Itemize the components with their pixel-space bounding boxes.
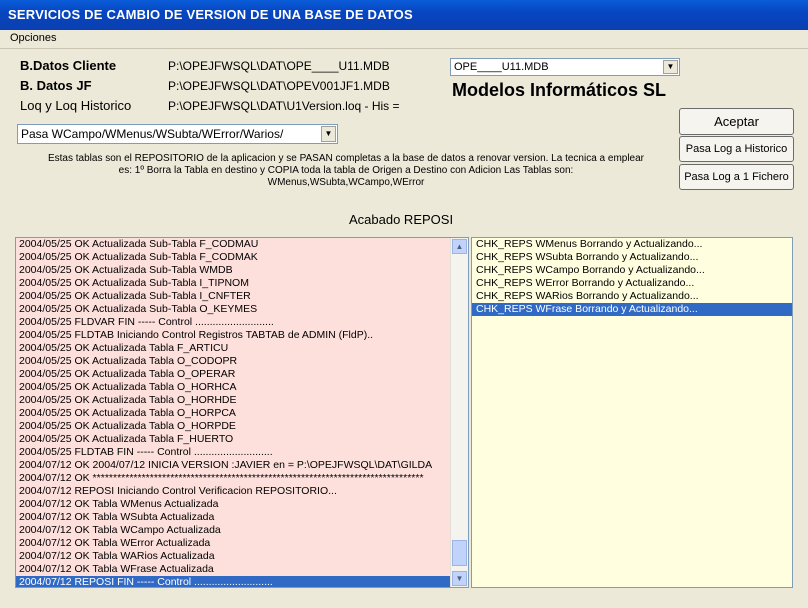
tables-select-value: Pasa WCampo/WMenus/WSubta/WError/Warios/: [21, 127, 284, 141]
db-select-value: OPE____U11.MDB: [454, 61, 549, 73]
log-list-item[interactable]: 2004/05/25 OK Actualizada Tabla O_HORHCA: [16, 381, 451, 394]
log-list-item[interactable]: 2004/05/25 OK Actualizada Sub-Tabla I_TI…: [16, 277, 451, 290]
tables-select[interactable]: Pasa WCampo/WMenus/WSubta/WError/Warios/…: [17, 124, 338, 144]
log-list-item[interactable]: 2004/05/25 OK Actualizada Sub-Tabla F_CO…: [16, 238, 451, 251]
accept-button[interactable]: Aceptar: [679, 108, 794, 135]
status-text: Acabado REPOSI: [349, 212, 454, 227]
log-listbox[interactable]: 2004/05/25 OK Actualizada Sub-Tabla F_CO…: [15, 237, 469, 588]
scroll-up-icon[interactable]: ▲: [452, 239, 467, 254]
log-list-item[interactable]: 2004/07/12 OK 2004/07/12 INICIA VERSION …: [16, 459, 451, 472]
chevron-down-icon[interactable]: ▼: [663, 60, 678, 74]
reps-list-item[interactable]: CHK_REPS WFrase Borrando y Actualizando.…: [472, 303, 792, 316]
log-list-item[interactable]: 2004/05/25 FLDTAB Iniciando Control Regi…: [16, 329, 451, 342]
log-list-item[interactable]: 2004/07/12 OK Tabla WSubta Actualizada: [16, 511, 451, 524]
log-list-item[interactable]: 2004/07/12 OK Tabla WCampo Actualizada: [16, 524, 451, 537]
log-list-item[interactable]: 2004/07/12 OK **************************…: [16, 472, 451, 485]
reps-listbox[interactable]: CHK_REPS WMenus Borrando y Actualizando.…: [471, 237, 793, 588]
menu-bar: Opciones: [0, 30, 808, 49]
log-list-item[interactable]: 2004/07/12 OK Tabla WARios Actualizada: [16, 550, 451, 563]
log-list-item[interactable]: 2004/05/25 OK Actualizada Tabla O_OPERAR: [16, 368, 451, 381]
log-list-item[interactable]: 2004/07/12 OK Tabla WError Actualizada: [16, 537, 451, 550]
log-historico-button[interactable]: Pasa Log a Historico: [679, 136, 794, 162]
log-label: Loq y Loq Historico: [20, 98, 132, 113]
reps-list-item[interactable]: CHK_REPS WSubta Borrando y Actualizando.…: [472, 251, 792, 264]
description-line-2: es: 1º Borra la Tabla en destino y COPIA…: [118, 165, 574, 176]
reps-lines: CHK_REPS WMenus Borrando y Actualizando.…: [472, 238, 792, 316]
log-list-item[interactable]: 2004/05/25 OK Actualizada Sub-Tabla O_KE…: [16, 303, 451, 316]
log-list-item[interactable]: 2004/05/25 OK Actualizada Tabla F_ARTICU: [16, 342, 451, 355]
log-path: P:\OPEJFWSQL\DAT\U1Version.loq - His =: [168, 99, 400, 113]
cliente-label: B.Datos Cliente: [20, 58, 117, 73]
scroll-thumb[interactable]: [452, 540, 467, 566]
scroll-down-icon[interactable]: ▼: [452, 571, 467, 586]
log-list-item[interactable]: 2004/05/25 OK Actualizada Tabla F_HUERTO: [16, 433, 451, 446]
log-list-item[interactable]: 2004/07/12 REPOSI FIN ----- Control ....…: [16, 576, 451, 587]
log-fichero-button[interactable]: Pasa Log a 1 Fichero: [679, 164, 794, 190]
description-line-1: Estas tablas son el REPOSITORIO de la ap…: [47, 153, 645, 164]
log-list-item[interactable]: 2004/05/25 FLDTAB FIN ----- Control ....…: [16, 446, 451, 459]
log-list-item[interactable]: 2004/05/25 OK Actualizada Tabla O_HORHDE: [16, 394, 451, 407]
brand-title: Modelos Informáticos SL: [452, 80, 667, 100]
log-list-item[interactable]: 2004/05/25 FLDVAR FIN ----- Control ....…: [16, 316, 451, 329]
menu-opciones[interactable]: Opciones: [10, 32, 56, 44]
reps-list-item[interactable]: CHK_REPS WCampo Borrando y Actualizando.…: [472, 264, 792, 277]
log-list-item[interactable]: 2004/05/25 OK Actualizada Sub-Tabla F_CO…: [16, 251, 451, 264]
cliente-path: P:\OPEJFWSQL\DAT\OPE____U11.MDB: [168, 59, 390, 73]
description-line-3: WMenus,WSubta,WCampo,WError: [267, 177, 425, 188]
log-scrollbar[interactable]: ▲ ▼: [450, 238, 468, 587]
log-list-item[interactable]: 2004/05/25 OK Actualizada Tabla O_HORPDE: [16, 420, 451, 433]
chevron-down-icon[interactable]: ▼: [321, 126, 336, 142]
jf-label: B. Datos JF: [20, 78, 92, 93]
jf-path: P:\OPEJFWSQL\DAT\OPEV001JF1.MDB: [168, 79, 390, 93]
log-lines: 2004/05/25 OK Actualizada Sub-Tabla F_CO…: [16, 238, 451, 587]
reps-list-item[interactable]: CHK_REPS WError Borrando y Actualizando.…: [472, 277, 792, 290]
reps-list-item[interactable]: CHK_REPS WARios Borrando y Actualizando.…: [472, 290, 792, 303]
window-title: SERVICIOS DE CAMBIO DE VERSION DE UNA BA…: [0, 0, 808, 30]
log-list-item[interactable]: 2004/05/25 OK Actualizada Tabla O_CODOPR: [16, 355, 451, 368]
log-list-item[interactable]: 2004/05/25 OK Actualizada Sub-Tabla I_CN…: [16, 290, 451, 303]
log-list-item[interactable]: 2004/07/12 OK Tabla WFrase Actualizada: [16, 563, 451, 576]
log-list-item[interactable]: 2004/05/25 OK Actualizada Tabla O_HORPCA: [16, 407, 451, 420]
db-select[interactable]: OPE____U11.MDB ▼: [450, 58, 680, 76]
log-list-item[interactable]: 2004/05/25 OK Actualizada Sub-Tabla WMDB: [16, 264, 451, 277]
log-list-item[interactable]: 2004/07/12 REPOSI Iniciando Control Veri…: [16, 485, 451, 498]
description-text: Estas tablas son el REPOSITORIO de la ap…: [22, 153, 670, 189]
reps-list-item[interactable]: CHK_REPS WMenus Borrando y Actualizando.…: [472, 238, 792, 251]
log-list-item[interactable]: 2004/07/12 OK Tabla WMenus Actualizada: [16, 498, 451, 511]
